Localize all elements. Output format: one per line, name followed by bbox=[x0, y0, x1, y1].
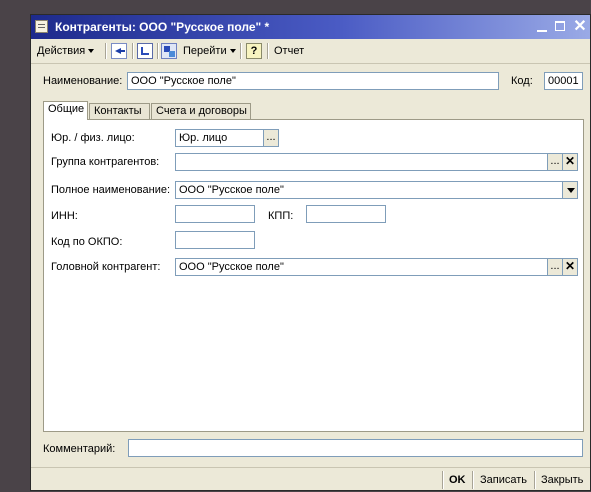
kpp-input[interactable] bbox=[306, 205, 386, 223]
full-name-label: Полное наименование: bbox=[51, 184, 171, 196]
tab-contacts[interactable]: Контакты bbox=[89, 103, 150, 119]
legal-type-label: Юр. / физ. лицо: bbox=[51, 132, 135, 144]
chevron-down-icon bbox=[229, 49, 236, 54]
kpp-label: КПП: bbox=[268, 210, 294, 222]
name-label: Наименование: bbox=[43, 75, 123, 87]
counterparty-form-window: Контрагенты: ООО "Русское поле" * ✕ Дейс… bbox=[30, 14, 591, 491]
toolbar-divider bbox=[157, 43, 159, 59]
footer-divider bbox=[442, 471, 444, 489]
window-title: Контрагенты: ООО "Русское поле" * bbox=[55, 20, 270, 34]
toolbar-divider bbox=[132, 43, 134, 59]
head-counterparty-field[interactable]: ООО "Русское поле" bbox=[175, 258, 548, 276]
general-tab-panel: Юр. / физ. лицо: Юр. лицо ... Группа кон… bbox=[43, 119, 584, 432]
head-counterparty-select-button[interactable]: ... bbox=[547, 258, 563, 276]
tab-accounts-contracts[interactable]: Счета и договоры bbox=[151, 103, 251, 119]
comment-label: Комментарий: bbox=[43, 443, 116, 455]
arrow-left-icon[interactable] bbox=[111, 43, 127, 59]
ok-button[interactable]: OK bbox=[449, 472, 466, 488]
maximize-button[interactable] bbox=[552, 18, 570, 36]
toolbar: Действия Перейти ? Отчет bbox=[31, 39, 590, 64]
chevron-down-icon bbox=[88, 49, 95, 54]
toolbar-divider bbox=[267, 43, 269, 59]
name-input[interactable]: ООО "Русское поле" bbox=[127, 72, 499, 90]
okpo-label: Код по ОКПО: bbox=[51, 236, 123, 248]
legal-type-select-button[interactable]: ... bbox=[263, 129, 279, 147]
desktop-background bbox=[0, 0, 30, 491]
head-counterparty-clear-button[interactable]: ✕ bbox=[562, 258, 578, 276]
report-button[interactable]: Отчет bbox=[274, 42, 304, 60]
full-name-dropdown-button[interactable] bbox=[562, 181, 578, 199]
document-icon bbox=[35, 20, 48, 33]
group-label: Группа контрагентов: bbox=[51, 156, 160, 168]
toolbar-divider bbox=[240, 43, 242, 59]
okpo-input[interactable] bbox=[175, 231, 255, 249]
code-input[interactable]: 00001 bbox=[544, 72, 583, 90]
group-field[interactable] bbox=[175, 153, 548, 171]
goto-menu-button[interactable]: Перейти bbox=[183, 42, 236, 60]
head-counterparty-label: Головной контрагент: bbox=[51, 261, 161, 273]
actions-menu-label: Действия bbox=[37, 45, 86, 57]
comment-input[interactable] bbox=[128, 439, 583, 457]
tab-general[interactable]: Общие bbox=[43, 101, 88, 120]
full-name-field[interactable]: ООО "Русское поле" bbox=[175, 181, 563, 199]
group-clear-button[interactable]: ✕ bbox=[562, 153, 578, 171]
goto-related-icon[interactable] bbox=[161, 43, 177, 59]
actions-menu-button[interactable]: Действия bbox=[37, 42, 95, 60]
group-select-button[interactable]: ... bbox=[547, 153, 563, 171]
save-button[interactable]: Записать bbox=[480, 472, 527, 488]
structure-icon[interactable] bbox=[137, 43, 153, 59]
footer-bar: OK Записать Закрыть bbox=[31, 467, 590, 492]
legal-type-field[interactable]: Юр. лицо bbox=[175, 129, 264, 147]
help-icon[interactable]: ? bbox=[246, 43, 262, 59]
footer-divider bbox=[472, 471, 474, 489]
code-label: Код: bbox=[511, 75, 533, 87]
inn-input[interactable] bbox=[175, 205, 255, 223]
close-button[interactable]: Закрыть bbox=[541, 472, 583, 488]
inn-label: ИНН: bbox=[51, 210, 78, 222]
footer-divider bbox=[534, 471, 536, 489]
goto-menu-label: Перейти bbox=[183, 45, 227, 57]
close-window-button[interactable]: ✕ bbox=[571, 18, 589, 36]
minimize-button[interactable] bbox=[533, 18, 551, 36]
title-bar[interactable]: Контрагенты: ООО "Русское поле" * ✕ bbox=[31, 15, 590, 39]
toolbar-divider bbox=[105, 43, 107, 59]
